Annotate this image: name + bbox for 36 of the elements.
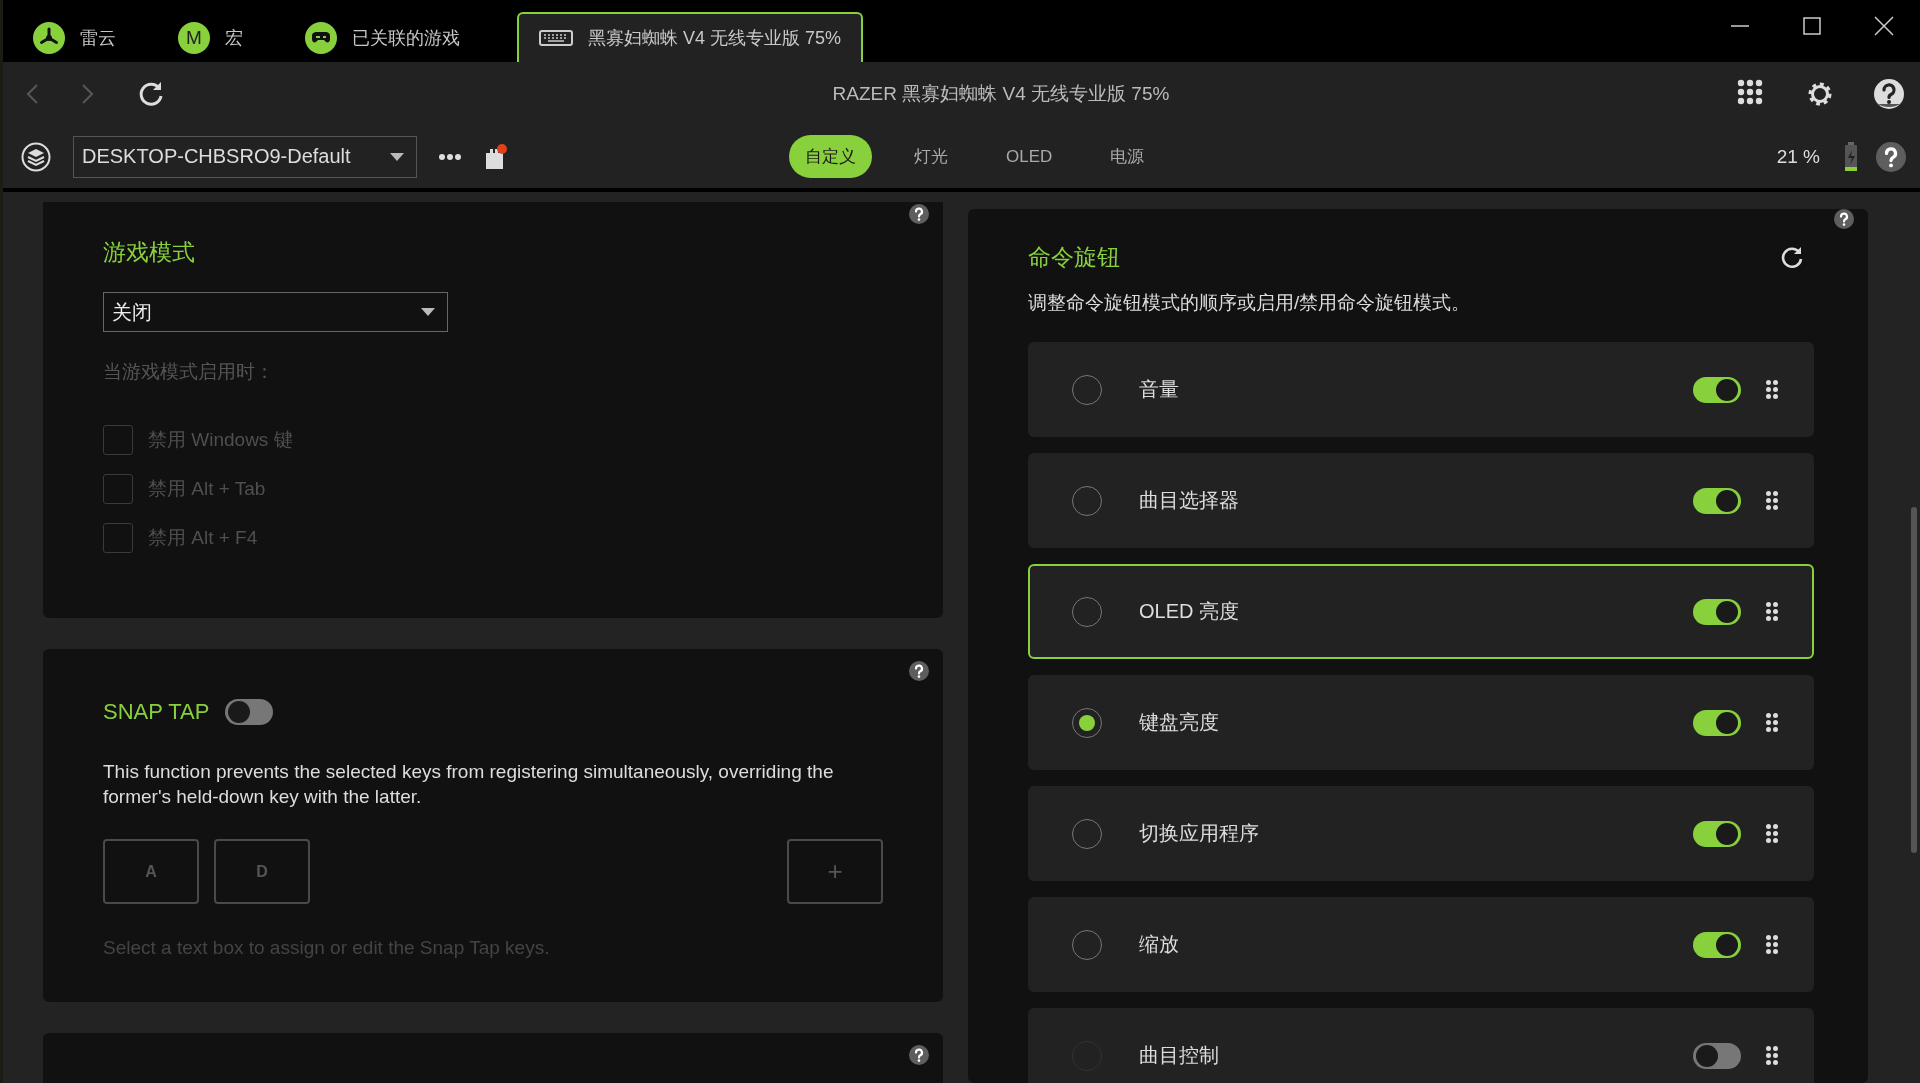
section-title: 命令旋钮 — [1028, 243, 1120, 272]
mode-label: 曲目控制 — [1139, 1043, 1220, 1068]
mode-label: 键盘亮度 — [1139, 710, 1220, 735]
battery-reading: 21 % — [1776, 145, 1820, 168]
nav-tab[interactable]: 电源 — [1090, 135, 1165, 178]
window-tab[interactable]: 已关联的游戏 — [300, 13, 482, 62]
profile-dropdown[interactable]: DESKTOP-CHBSRO9-Default — [73, 135, 417, 178]
mode-label: 缩放 — [1139, 932, 1180, 957]
mode-row[interactable]: 曲目选择器 — [1028, 453, 1814, 548]
checkbox-label: 禁用 Alt + F4 — [148, 526, 258, 550]
page-title: RAZER 黑寡妇蜘蛛 V4 无线专业版 75% — [831, 81, 1171, 106]
mode-row[interactable]: 曲目控制 — [1028, 1008, 1814, 1083]
mode-row[interactable]: 键盘亮度 — [1028, 675, 1814, 770]
mode-row[interactable]: 切换应用程序 — [1028, 786, 1814, 881]
nav-tab[interactable]: 自定义 — [789, 135, 872, 178]
mode-label: 音量 — [1139, 377, 1180, 402]
checkbox-label: 禁用 Windows 键 — [148, 428, 293, 452]
description-text: This function prevents the selected keys from registering simultaneously, overriding the former's held-down key with the latter. — [103, 760, 835, 809]
window-tab[interactable]: M 宏 — [173, 13, 265, 62]
mode-label: 切换应用程序 — [1139, 821, 1260, 846]
description-text: 调整命令旋钮模式的顺序或启用/禁用命令旋钮模式。 — [1028, 291, 1472, 315]
mode-dropdown[interactable]: 关闭 — [103, 292, 448, 332]
section-subtitle: 当游戏模式启用时： — [103, 360, 275, 384]
nav-tab[interactable]: 灯光 — [894, 135, 968, 178]
mode-row[interactable]: OLED 亮度 — [1028, 564, 1814, 659]
mode-row[interactable]: 音量 — [1028, 342, 1814, 437]
window-tab[interactable]: 雷云 — [28, 13, 138, 62]
nav-tab[interactable]: OLED — [990, 136, 1069, 177]
mode-label: OLED 亮度 — [1139, 599, 1241, 624]
window-tab[interactable]: 黑寡妇蜘蛛 V4 无线专业版 75% — [517, 12, 864, 62]
checkbox-label: 禁用 Alt + Tab — [148, 477, 266, 501]
mode-label: 曲目选择器 — [1139, 488, 1240, 513]
mode-row[interactable]: 缩放 — [1028, 897, 1814, 992]
tab-badge: M — [178, 21, 210, 54]
section-title: SNAP TAP — [103, 699, 210, 725]
section-title: 游戏模式 — [103, 238, 196, 267]
